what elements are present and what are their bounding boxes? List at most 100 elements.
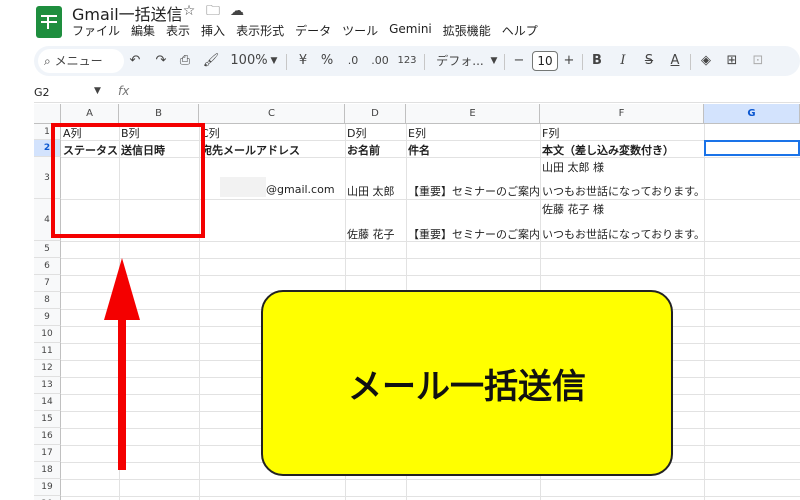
redacted-email-prefix bbox=[220, 177, 266, 197]
cell-d3[interactable]: 山田 太郎 bbox=[347, 183, 395, 199]
grid-line bbox=[61, 258, 800, 259]
menu-data[interactable]: データ bbox=[295, 22, 331, 40]
formula-bar-divider bbox=[34, 102, 800, 103]
percent-format-button[interactable]: % bbox=[320, 46, 334, 76]
toolbar-divider bbox=[504, 54, 505, 70]
grid-line bbox=[61, 496, 800, 497]
row-header-11[interactable]: 11 bbox=[34, 343, 61, 360]
grid-line bbox=[704, 124, 705, 500]
select-all-corner[interactable] bbox=[34, 104, 61, 124]
row-header-13[interactable]: 13 bbox=[34, 377, 61, 394]
callout-box: メール一括送信 bbox=[261, 290, 673, 476]
strikethrough-button[interactable]: S bbox=[642, 46, 656, 76]
row-header-9[interactable]: 9 bbox=[34, 309, 61, 326]
currency-format-button[interactable]: ¥ bbox=[296, 46, 310, 76]
row-header-14[interactable]: 14 bbox=[34, 394, 61, 411]
italic-button[interactable]: I bbox=[616, 46, 630, 76]
cell-f1[interactable]: F列 bbox=[542, 125, 559, 141]
increase-font-size-button[interactable]: + bbox=[562, 46, 576, 76]
row-header-17[interactable]: 17 bbox=[34, 445, 61, 462]
column-header-a[interactable]: A bbox=[61, 104, 119, 124]
borders-icon[interactable]: ⊞ bbox=[724, 46, 740, 76]
redo-icon[interactable]: ↷ bbox=[152, 46, 170, 76]
zoom-dropdown-icon[interactable]: ▼ bbox=[268, 46, 280, 76]
column-header-f[interactable]: F bbox=[540, 104, 704, 124]
decrease-decimal-button[interactable]: .0 bbox=[342, 46, 364, 76]
selected-cell-g2[interactable] bbox=[704, 140, 800, 156]
star-icon[interactable]: ☆ bbox=[180, 2, 198, 20]
zoom-select[interactable]: 100% bbox=[230, 46, 268, 76]
menu-view[interactable]: 表示 bbox=[166, 22, 190, 40]
sheets-logo-icon[interactable] bbox=[36, 6, 62, 38]
number-format-button[interactable]: 123 bbox=[396, 46, 418, 76]
fill-color-icon[interactable]: ◈ bbox=[698, 46, 714, 76]
menu-help[interactable]: ヘルプ bbox=[502, 22, 538, 40]
row-header-10[interactable]: 10 bbox=[34, 326, 61, 343]
cell-c2[interactable]: 宛先メールアドレス bbox=[201, 142, 344, 158]
cell-f2[interactable]: 本文（差し込み変数付き） bbox=[542, 142, 703, 158]
paint-format-icon[interactable]: 🖌 bbox=[202, 46, 220, 76]
column-header-g[interactable]: G bbox=[704, 104, 800, 124]
menu-gemini[interactable]: Gemini bbox=[389, 22, 432, 40]
cell-e1[interactable]: E列 bbox=[408, 125, 426, 141]
name-box-dropdown-icon[interactable]: ▼ bbox=[94, 86, 101, 96]
grid-line bbox=[61, 275, 800, 276]
menu-extensions[interactable]: 拡張機能 bbox=[443, 22, 491, 40]
cell-f3-line1[interactable]: 山田 太郎 様 bbox=[542, 159, 604, 175]
menu-tools[interactable]: ツール bbox=[342, 22, 378, 40]
undo-icon[interactable]: ↶ bbox=[126, 46, 144, 76]
menu-insert[interactable]: 挿入 bbox=[201, 22, 225, 40]
row-header-5[interactable]: 5 bbox=[34, 241, 61, 258]
row-header-7[interactable]: 7 bbox=[34, 275, 61, 292]
cell-f4-line1[interactable]: 佐藤 花子 様 bbox=[542, 201, 604, 217]
move-folder-icon[interactable]: 🗀 bbox=[204, 2, 222, 20]
cell-e2[interactable]: 件名 bbox=[408, 142, 430, 158]
bold-button[interactable]: B bbox=[590, 46, 604, 76]
toolbar-divider bbox=[286, 54, 287, 70]
cell-e3[interactable]: 【重要】セミナーのご案内 bbox=[408, 183, 540, 199]
row-header-19[interactable]: 19 bbox=[34, 479, 61, 496]
column-header-d[interactable]: D bbox=[345, 104, 406, 124]
cell-f3-line2[interactable]: いつもお世話になっております。 bbox=[542, 183, 704, 199]
text-color-button[interactable]: A bbox=[668, 46, 682, 76]
menu-edit[interactable]: 編集 bbox=[131, 22, 155, 40]
menu-file[interactable]: ファイル bbox=[72, 22, 120, 40]
font-dropdown-icon[interactable]: ▼ bbox=[488, 46, 500, 76]
decrease-font-size-button[interactable]: − bbox=[512, 46, 526, 76]
callout-title: メール一括送信 bbox=[348, 366, 586, 407]
toolbar-divider bbox=[582, 54, 583, 70]
row-header-20[interactable]: 20 bbox=[34, 496, 61, 500]
cell-e4[interactable]: 【重要】セミナーのご案内 bbox=[408, 226, 540, 242]
cell-d2[interactable]: お名前 bbox=[347, 142, 380, 158]
grid-line bbox=[61, 479, 800, 480]
font-size-input[interactable]: 10 bbox=[532, 51, 558, 71]
menu-format[interactable]: 表示形式 bbox=[236, 22, 284, 40]
column-header-b[interactable]: B bbox=[119, 104, 199, 124]
row-header-16[interactable]: 16 bbox=[34, 428, 61, 445]
font-select[interactable]: デフォ... bbox=[432, 46, 488, 76]
toolbar: ⌕ メニュー ↶ ↷ ⎙ 🖌 100% ▼ ¥ % .0 .00 123 デフォ… bbox=[34, 46, 800, 76]
menu-bar: ファイル 編集 表示 挿入 表示形式 データ ツール Gemini 拡張機能 ヘ… bbox=[72, 22, 549, 40]
menu-search-field[interactable]: ⌕ メニュー bbox=[38, 49, 124, 73]
cell-c3[interactable]: @gmail.com bbox=[266, 183, 335, 196]
name-box[interactable]: G2 bbox=[34, 86, 50, 99]
cell-d4[interactable]: 佐藤 花子 bbox=[347, 226, 395, 242]
search-icon: ⌕ bbox=[44, 54, 51, 68]
cell-f4-line2[interactable]: いつもお世話になっております。 bbox=[542, 226, 704, 242]
red-arrow-shaft bbox=[118, 315, 126, 470]
row-header-6[interactable]: 6 bbox=[34, 258, 61, 275]
print-icon[interactable]: ⎙ bbox=[176, 46, 194, 76]
cell-d1[interactable]: D列 bbox=[347, 125, 366, 141]
cloud-status-icon[interactable]: ☁ bbox=[228, 2, 246, 20]
row-header-15[interactable]: 15 bbox=[34, 411, 61, 428]
row-header-18[interactable]: 18 bbox=[34, 462, 61, 479]
column-header-e[interactable]: E bbox=[406, 104, 540, 124]
row-header-12[interactable]: 12 bbox=[34, 360, 61, 377]
toolbar-divider bbox=[690, 54, 691, 70]
increase-decimal-button[interactable]: .00 bbox=[368, 46, 392, 76]
highlight-box bbox=[51, 123, 205, 238]
column-header-c[interactable]: C bbox=[199, 104, 345, 124]
merge-cells-icon[interactable]: ⊡ bbox=[750, 46, 766, 76]
row-header-8[interactable]: 8 bbox=[34, 292, 61, 309]
menu-search-label: メニュー bbox=[54, 54, 103, 68]
